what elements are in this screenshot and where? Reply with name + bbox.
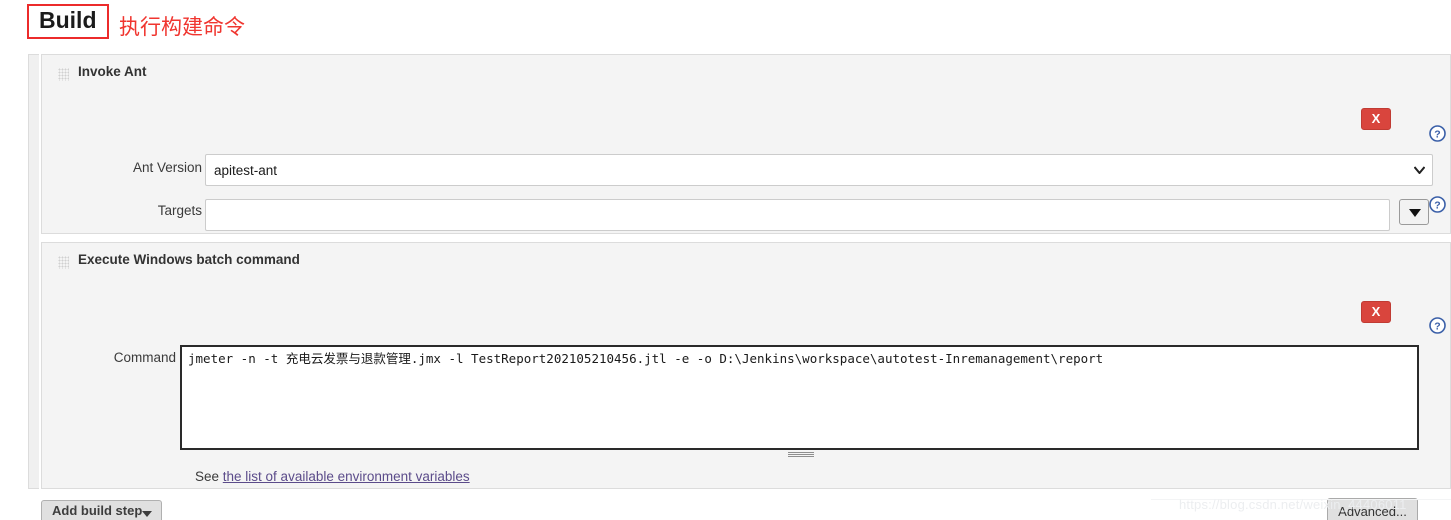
- build-step-title: Invoke Ant: [78, 64, 147, 79]
- ant-version-select[interactable]: apitest-ant: [205, 154, 1433, 186]
- help-circle-icon-batch[interactable]: ?: [1429, 317, 1446, 334]
- jenkins-build-config-page: Build 执行构建命令 Invoke Ant Ant Version apit…: [0, 0, 1451, 520]
- annotation-text: 执行构建命令: [119, 15, 245, 39]
- build-step-title: Execute Windows batch command: [78, 252, 300, 267]
- add-build-step-button[interactable]: Add build step: [41, 500, 162, 520]
- triangle-down-icon: [1409, 209, 1421, 217]
- targets-label: Targets: [157, 203, 202, 218]
- build-section-label: Build: [27, 4, 109, 39]
- help-circle-icon-targets[interactable]: ?: [1429, 196, 1446, 213]
- form-left-rail: [28, 54, 39, 489]
- env-prefix-text: See: [195, 469, 223, 484]
- build-step-header: Execute Windows batch command: [42, 243, 1450, 279]
- page-header: Build 执行构建命令: [0, 0, 1451, 52]
- caret-down-icon: [142, 511, 152, 517]
- watermark-text: https://blog.csdn.net/weixin_44406011: [1179, 497, 1407, 512]
- targets-dropdown-button[interactable]: [1399, 199, 1429, 225]
- environment-variables-link[interactable]: the list of available environment variab…: [223, 469, 470, 484]
- svg-text:?: ?: [1434, 128, 1440, 140]
- drag-handle-icon[interactable]: [58, 68, 69, 81]
- textarea-resize-grip[interactable]: [788, 452, 814, 457]
- environment-variables-line: See the list of available environment va…: [195, 469, 470, 484]
- command-textarea[interactable]: [180, 345, 1419, 450]
- build-steps-region: Invoke Ant Ant Version apitest-ant Targe…: [28, 54, 1451, 520]
- add-build-step-label: Add build step: [52, 503, 143, 518]
- drag-handle-icon[interactable]: [58, 256, 69, 269]
- delete-build-step-button-batch[interactable]: X: [1361, 301, 1391, 323]
- command-label: Command: [113, 350, 176, 365]
- build-step-header: Invoke Ant: [42, 55, 1450, 91]
- build-step-invoke-ant: Invoke Ant Ant Version apitest-ant Targe…: [41, 54, 1451, 275]
- svg-text:?: ?: [1434, 199, 1440, 211]
- delete-build-step-button-ant[interactable]: X: [1361, 108, 1391, 130]
- svg-text:?: ?: [1434, 320, 1440, 332]
- help-circle-icon-ant[interactable]: ?: [1429, 125, 1446, 142]
- targets-input[interactable]: [205, 199, 1390, 231]
- ant-version-label: Ant Version: [132, 160, 202, 175]
